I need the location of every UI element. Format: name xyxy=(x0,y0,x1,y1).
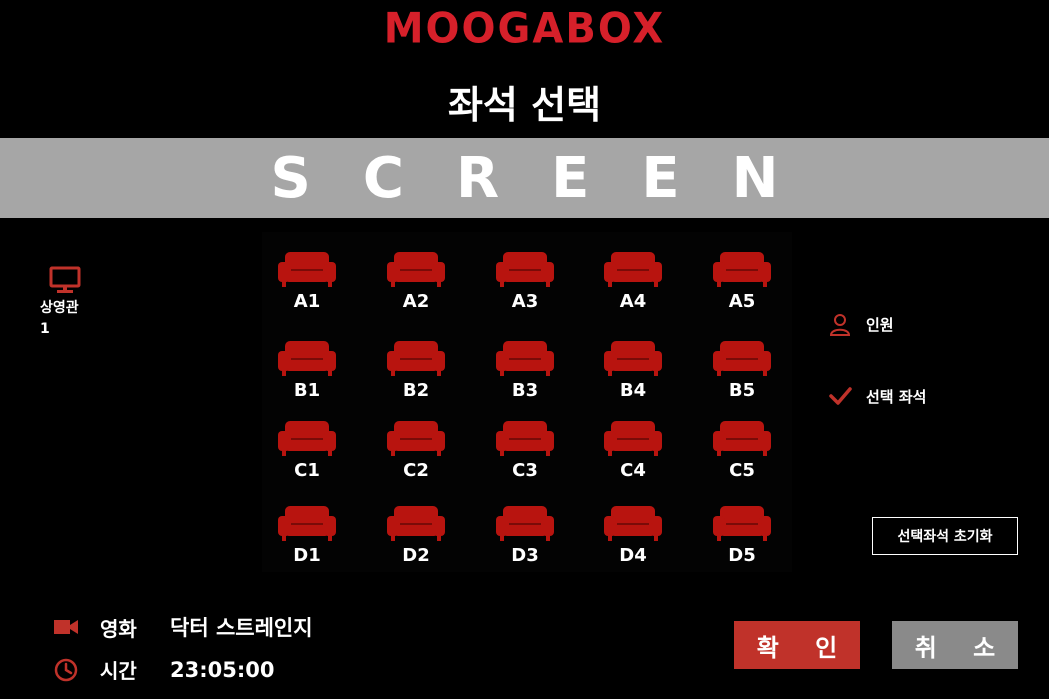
screen-label: SCREEN xyxy=(270,145,831,211)
movie-label: 영화 xyxy=(100,616,137,641)
sofa-icon xyxy=(387,252,445,287)
seat-c2[interactable]: C2 xyxy=(376,418,456,488)
checkmark-icon xyxy=(829,387,852,405)
theater-info: 상영관 1 xyxy=(40,265,100,337)
seat-label: C3 xyxy=(512,460,538,481)
reset-selection-button[interactable]: 선택좌석 초기화 xyxy=(872,517,1018,555)
seat-label: B1 xyxy=(293,380,321,401)
movie-info: 영화 닥터 스트레인지 xyxy=(52,612,313,642)
showtime: 23:05:00 xyxy=(170,657,275,682)
sofa-icon xyxy=(278,506,336,541)
seat-map: A1 A2 A3 A4 A5 B1 B2 B3 B4 B5 C1 C2 C3 C4 C5 D1 D2 D3 D4 D5 xyxy=(262,232,792,572)
monitor-icon xyxy=(40,265,100,295)
seat-b4[interactable]: B4 xyxy=(593,338,673,408)
seat-c4[interactable]: C4 xyxy=(593,418,673,488)
brand-logo: MOOGABOX xyxy=(383,4,666,54)
sofa-icon xyxy=(387,341,445,376)
sofa-icon xyxy=(387,506,445,541)
theater-number: 1 xyxy=(40,321,50,337)
sofa-icon xyxy=(278,341,336,376)
sofa-icon xyxy=(387,421,445,456)
seat-a5[interactable]: A5 xyxy=(702,249,782,319)
sofa-icon xyxy=(604,252,662,287)
seat-label: A1 xyxy=(293,291,321,312)
cancel-button[interactable]: 취 소 xyxy=(892,621,1018,669)
time-label: 시간 xyxy=(100,659,137,683)
sofa-icon xyxy=(278,421,336,456)
seat-a2[interactable]: A2 xyxy=(376,249,456,319)
sofa-icon xyxy=(496,506,554,541)
seat-label: B5 xyxy=(728,380,756,401)
sofa-icon xyxy=(496,421,554,456)
video-camera-icon xyxy=(54,620,78,634)
seat-b1[interactable]: B1 xyxy=(267,338,347,408)
sofa-icon xyxy=(713,341,771,376)
seat-c1[interactable]: C1 xyxy=(267,418,347,488)
sofa-icon xyxy=(604,341,662,376)
seat-d4[interactable]: D4 xyxy=(593,503,673,573)
seat-label: C4 xyxy=(620,460,646,481)
seat-d2[interactable]: D2 xyxy=(376,503,456,573)
confirm-button[interactable]: 확 인 xyxy=(734,621,860,669)
legend-people: 인원 xyxy=(828,312,894,336)
seat-label: B3 xyxy=(511,380,539,401)
sofa-icon xyxy=(713,252,771,287)
clock-icon xyxy=(54,658,78,681)
seat-b3[interactable]: B3 xyxy=(485,338,565,408)
screen-bar: SCREEN xyxy=(0,138,1049,218)
seat-d3[interactable]: D3 xyxy=(485,503,565,573)
sofa-icon xyxy=(713,421,771,456)
seat-label: A5 xyxy=(728,291,756,312)
seat-label: C5 xyxy=(729,460,755,481)
sofa-icon xyxy=(278,252,336,287)
seat-d5[interactable]: D5 xyxy=(702,503,782,573)
sofa-icon xyxy=(496,252,554,287)
sofa-icon xyxy=(604,421,662,456)
seat-label: A4 xyxy=(619,291,647,312)
seat-label: D5 xyxy=(728,545,756,566)
seat-label: D1 xyxy=(293,545,321,566)
seat-label: A3 xyxy=(511,291,539,312)
time-info: 시간 23:05:00 xyxy=(52,655,274,684)
person-icon xyxy=(829,314,851,336)
seat-a3[interactable]: A3 xyxy=(485,249,565,319)
seat-c5[interactable]: C5 xyxy=(702,418,782,488)
seat-c3[interactable]: C3 xyxy=(485,418,565,488)
seat-label: C2 xyxy=(403,460,429,481)
page-title: 좌석 선택 xyxy=(447,83,602,127)
seat-a4[interactable]: A4 xyxy=(593,249,673,319)
seat-b5[interactable]: B5 xyxy=(702,338,782,408)
seat-label: C1 xyxy=(294,460,320,481)
seat-b2[interactable]: B2 xyxy=(376,338,456,408)
seat-a1[interactable]: A1 xyxy=(267,249,347,319)
theater-label: 상영관 xyxy=(40,300,79,316)
legend-selected-label: 선택 좌석 xyxy=(866,387,927,406)
seat-d1[interactable]: D1 xyxy=(267,503,347,573)
seat-label: A2 xyxy=(402,291,430,312)
legend-selected: 선택 좌석 xyxy=(828,384,926,408)
seat-label: D3 xyxy=(511,545,539,566)
movie-title: 닥터 스트레인지 xyxy=(170,616,313,640)
seat-label: B2 xyxy=(402,380,430,401)
legend-people-label: 인원 xyxy=(866,315,894,334)
seat-label: D2 xyxy=(402,545,430,566)
sofa-icon xyxy=(604,506,662,541)
sofa-icon xyxy=(496,341,554,376)
sofa-icon xyxy=(713,506,771,541)
seat-label: D4 xyxy=(619,545,647,566)
seat-label: B4 xyxy=(619,380,647,401)
